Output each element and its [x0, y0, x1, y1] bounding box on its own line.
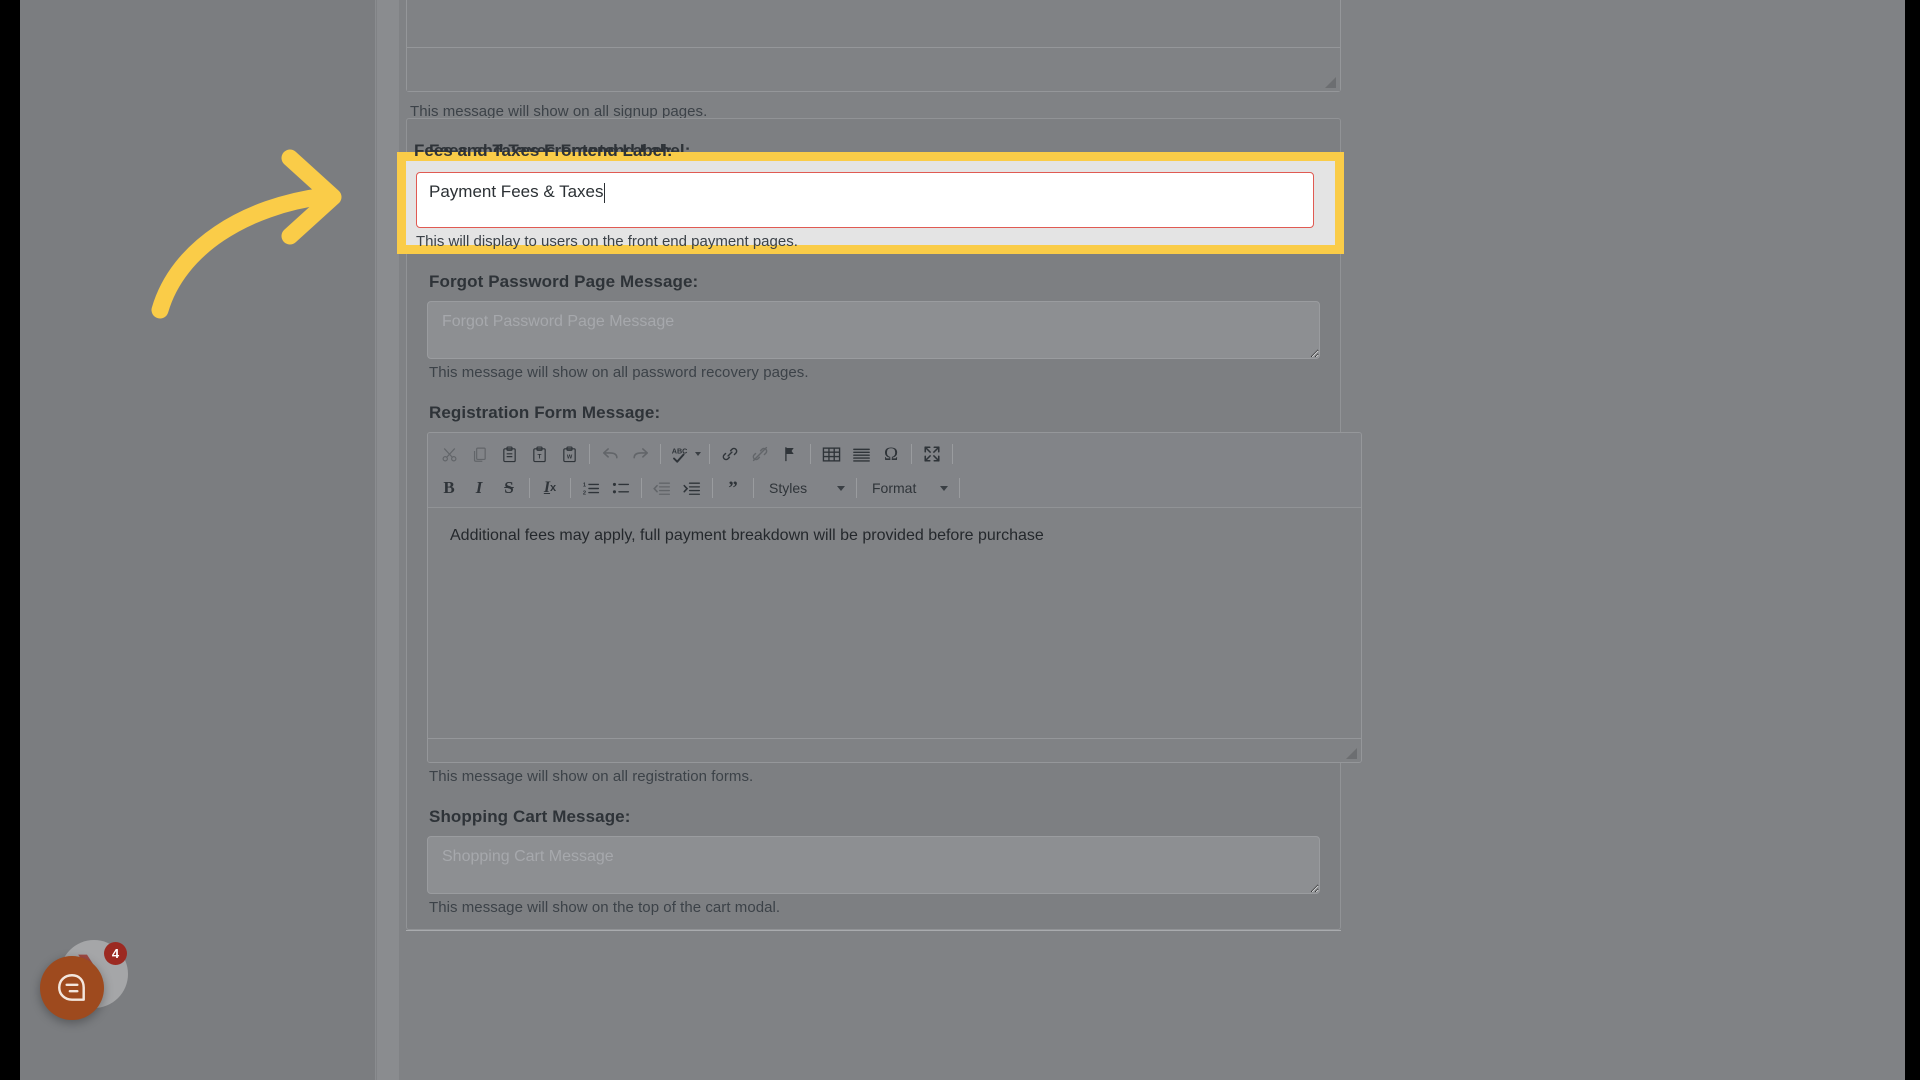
paste-icon[interactable]: [494, 440, 524, 468]
toolbar-separator: [911, 444, 912, 464]
strikethrough-icon[interactable]: S: [494, 474, 524, 502]
chevron-down-icon: [837, 485, 845, 491]
toolbar-separator: [952, 444, 953, 464]
svg-text:T: T: [537, 453, 541, 460]
toolbar-separator: [589, 444, 590, 464]
left-black-edge: [0, 0, 20, 1080]
signup-editor-body[interactable]: [407, 0, 1340, 47]
toolbar-separator: [810, 444, 811, 464]
svg-text:W: W: [566, 454, 572, 460]
indent-icon[interactable]: [677, 474, 707, 502]
chevron-down-icon: [940, 485, 948, 491]
field-shopping-cart-message: Shopping Cart Message: This message will…: [427, 807, 1320, 916]
forgot-password-label: Forgot Password Page Message:: [429, 272, 699, 291]
chat-bubble-icon: [58, 974, 85, 1001]
svg-text:1: 1: [583, 482, 587, 488]
chat-unread-badge: 4: [104, 942, 127, 965]
sidebar-column: [20, 0, 376, 1080]
editor-toolbar-row-1: T W ABC Ω: [434, 437, 1355, 471]
highlighted-field-label: Fees and Taxes Frontend Label:: [414, 141, 673, 160]
spellcheck-icon[interactable]: ABC: [666, 440, 704, 468]
horizontal-rule-icon[interactable]: [846, 440, 876, 468]
toolbar-separator: [712, 478, 713, 498]
paste-as-text-icon[interactable]: T: [524, 440, 554, 468]
remove-format-icon[interactable]: Ix: [535, 474, 565, 502]
format-dropdown-label: Format: [872, 480, 917, 496]
forgot-password-input[interactable]: [427, 301, 1320, 359]
anchor-flag-icon[interactable]: [775, 440, 805, 468]
toolbar-separator: [660, 444, 661, 464]
toolbar-separator: [709, 444, 710, 464]
editor-paragraph: Additional fees may apply, full payment …: [450, 527, 1044, 544]
field-forgot-password-page-message: Forgot Password Page Message: This messa…: [427, 272, 1320, 381]
shopping-cart-help: This message will show on the top of the…: [429, 899, 781, 916]
field-registration-form-message: Registration Form Message: T W ABC Ω B I…: [427, 403, 1362, 785]
table-icon[interactable]: [816, 440, 846, 468]
special-char-icon[interactable]: Ω: [876, 440, 906, 468]
svg-text:2: 2: [583, 490, 586, 496]
svg-text:ABC: ABC: [671, 446, 687, 455]
toolbar-separator: [570, 478, 571, 498]
toolbar-separator: [529, 478, 530, 498]
editor-toolbar-row-2: B I S Ix 1 2 ” Styles Format: [434, 471, 1355, 505]
toolbar-separator: [959, 478, 960, 498]
toolbar-separator: [753, 478, 754, 498]
highlighted-field-help: This will display to users on the front …: [416, 233, 798, 250]
shopping-cart-input[interactable]: [427, 836, 1320, 894]
signup-editor-footer: [407, 47, 1340, 91]
chat-widget[interactable]: ❯ 4: [34, 938, 134, 1038]
bulleted-list-icon[interactable]: [606, 474, 636, 502]
registration-form-editor[interactable]: T W ABC Ω B I S I x 1 2 ” Styles Format …: [427, 432, 1362, 763]
maximize-icon[interactable]: [917, 440, 947, 468]
styles-dropdown-label: Styles: [769, 480, 808, 496]
numbered-list-icon[interactable]: 1 2: [576, 474, 606, 502]
toolbar-separator: [856, 478, 857, 498]
copy-icon[interactable]: [464, 440, 494, 468]
signup-page-message-editor[interactable]: [406, 0, 1341, 92]
unlink-icon[interactable]: [745, 440, 775, 468]
chevron-down-icon[interactable]: [694, 452, 701, 456]
highlight-annotation-box: Fees and Taxes Frontend Label: This will…: [397, 141, 1344, 254]
italic-icon[interactable]: I: [464, 474, 494, 502]
format-dropdown[interactable]: Format: [862, 475, 954, 501]
fees-and-taxes-frontend-label-input[interactable]: [416, 172, 1314, 228]
forgot-password-help: This message will show on all password r…: [429, 364, 809, 381]
screen-root: This message will show on all signup pag…: [0, 0, 1920, 1080]
registration-form-editor-footer: [428, 738, 1361, 762]
text-cursor: [603, 183, 605, 203]
paste-from-word-icon[interactable]: W: [554, 440, 584, 468]
undo-icon[interactable]: [595, 440, 625, 468]
card-bottom-divider: [406, 930, 1341, 931]
outdent-icon[interactable]: [647, 474, 677, 502]
editor-toolbar: T W ABC Ω B I S I x 1 2 ” Styles Format: [428, 433, 1361, 508]
registration-form-editor-content[interactable]: Additional fees may apply, full payment …: [428, 508, 1361, 738]
blockquote-icon[interactable]: ”: [718, 474, 748, 502]
styles-dropdown[interactable]: Styles: [759, 475, 851, 501]
sidebar-gutter: [377, 0, 399, 1080]
link-icon[interactable]: [715, 440, 745, 468]
cut-icon[interactable]: [434, 440, 464, 468]
shopping-cart-label: Shopping Cart Message:: [429, 807, 631, 826]
resize-handle-icon[interactable]: [1325, 77, 1336, 88]
chat-launcher-button[interactable]: [40, 956, 104, 1020]
registration-form-label: Registration Form Message:: [429, 403, 661, 422]
resize-handle-icon[interactable]: [1346, 748, 1357, 759]
registration-form-help: This message will show on all registrati…: [429, 768, 754, 785]
toolbar-separator: [641, 478, 642, 498]
bold-icon[interactable]: B: [434, 474, 464, 502]
redo-icon[interactable]: [625, 440, 655, 468]
right-black-edge: [1905, 0, 1920, 1080]
